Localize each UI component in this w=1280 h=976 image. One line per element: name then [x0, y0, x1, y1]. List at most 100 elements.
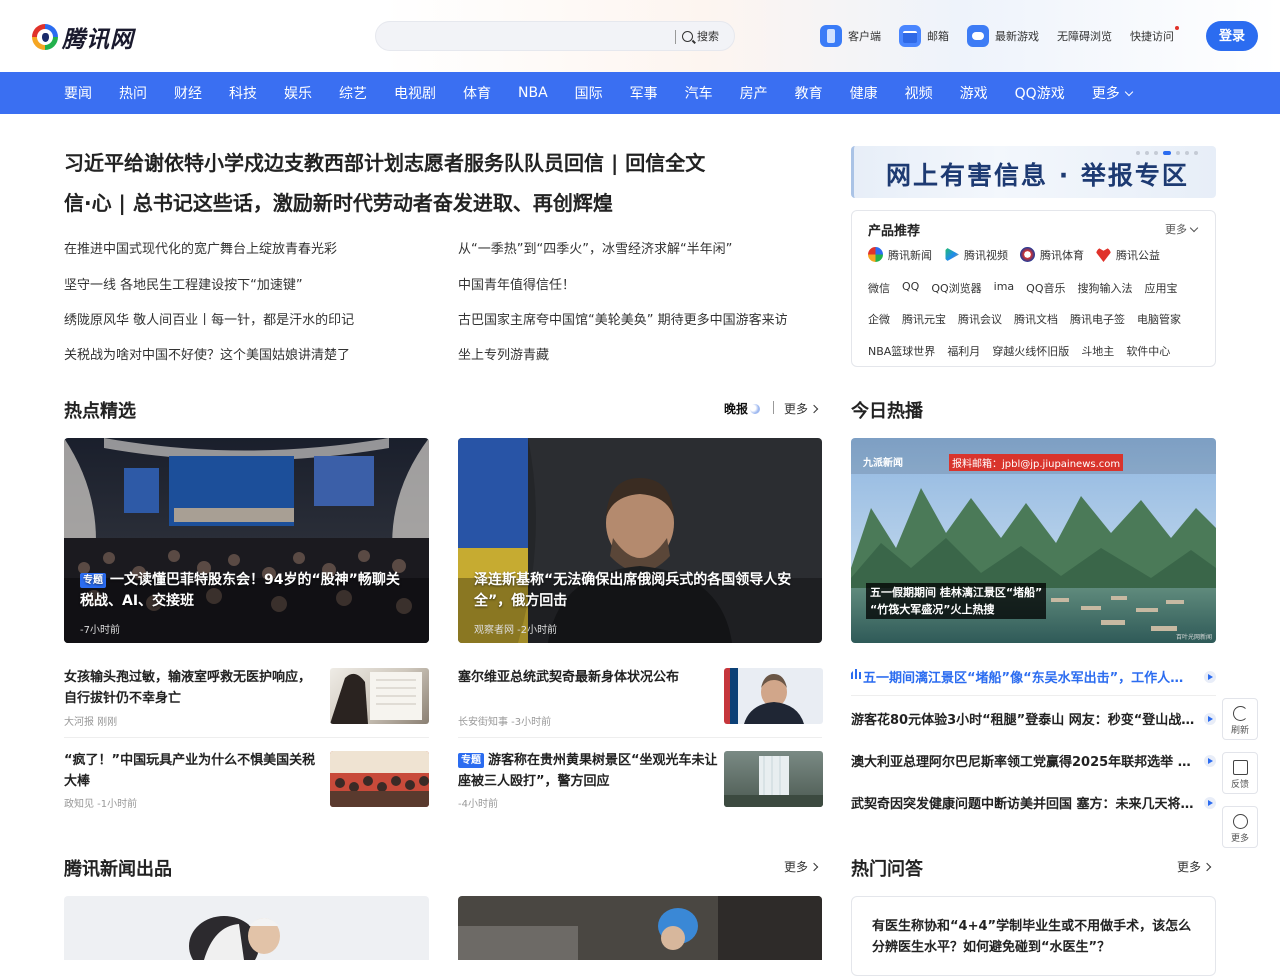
search-button[interactable]: 搜索: [682, 28, 719, 44]
product-link[interactable]: QQ浏览器: [931, 280, 981, 296]
carousel-dot[interactable]: [1154, 151, 1158, 155]
nav-item-edu[interactable]: 教育: [795, 83, 823, 103]
production-card[interactable]: [458, 896, 822, 960]
new-games-link[interactable]: 最新游戏: [967, 25, 1039, 47]
product-link[interactable]: 软件中心: [1126, 343, 1170, 359]
product-link[interactable]: 腾讯文档: [1014, 311, 1058, 327]
hot-video-item-active[interactable]: 五一期间漓江景区“堵船”像“东吴水军出击”，工作人员：正常现象: [851, 667, 1216, 686]
accessibility-link[interactable]: 无障碍浏览: [1057, 28, 1112, 44]
carousel-dot[interactable]: [1176, 151, 1180, 155]
product-link[interactable]: 福利月: [947, 343, 980, 359]
carousel-dot[interactable]: [1136, 151, 1140, 155]
hot-video-item[interactable]: 游客花80元体验3小时“租腿”登泰山 网友：秒变“登山战神”: [851, 709, 1216, 728]
headline-1[interactable]: 习近平给谢依特小学戍边支教西部计划志愿者服务队队员回信 | 回信全文: [64, 147, 705, 176]
news-link[interactable]: 绣陇原风华 敬人间百业丨每一针，都是汗水的印记: [64, 309, 354, 328]
news-item-title[interactable]: 专题 游客称在贵州黄果树景区“坐观光车未让座被三人殴打”，警方回应: [458, 750, 718, 792]
feature-card-buffett[interactable]: 专题 一文读懂巴菲特股东会！94岁的“股神”畅聊关税战、AI、交接班 -7小时前: [64, 438, 429, 643]
news-item-thumbnail[interactable]: [724, 751, 823, 807]
nav-item-auto[interactable]: 汽车: [685, 83, 713, 103]
feedback-button[interactable]: 反馈: [1222, 752, 1258, 794]
product-more-link[interactable]: 更多: [1165, 221, 1199, 237]
product-link[interactable]: 腾讯会议: [958, 311, 1002, 327]
carousel-dot[interactable]: [1194, 151, 1198, 155]
product-link[interactable]: 腾讯电子签: [1070, 311, 1125, 327]
news-link[interactable]: 从“一季热”到“四季火”，冰雪经济求解“半年闲”: [458, 238, 732, 257]
nav-item-rewen[interactable]: 热问: [119, 83, 147, 103]
more-tools-button[interactable]: 更多: [1222, 806, 1258, 848]
product-link[interactable]: NBA篮球世界: [868, 343, 935, 359]
news-item-thumbnail[interactable]: [724, 668, 823, 724]
nav-item-tech[interactable]: 科技: [229, 83, 257, 103]
nav-item-military[interactable]: 军事: [630, 83, 658, 103]
hot-video-item[interactable]: 澳大利亚总理阿尔巴尼斯率领工党赢得2025年联邦选举 实现连任: [851, 751, 1216, 770]
nav-item-nba[interactable]: NBA: [518, 85, 548, 101]
qa-more-link[interactable]: 更多: [1177, 858, 1212, 875]
carousel-dot-active[interactable]: [1163, 151, 1171, 155]
nav-item-sports[interactable]: 体育: [463, 83, 491, 103]
product-link[interactable]: 腾讯元宝: [902, 311, 946, 327]
nav-item-more[interactable]: 更多: [1092, 83, 1133, 103]
product-tencent-video[interactable]: 腾讯视频: [944, 247, 1008, 263]
news-item-title[interactable]: 女孩输头孢过敏，输液室呼救无医护响应，自行拔针仍不幸身亡: [64, 667, 319, 709]
news-item-thumbnail[interactable]: [330, 668, 429, 724]
nav-item-video[interactable]: 视频: [905, 83, 933, 103]
nav-item-qqgames[interactable]: QQ游戏: [1015, 83, 1065, 103]
product-link[interactable]: 穿越火线怀旧版: [992, 343, 1069, 359]
product-label: 腾讯视频: [964, 249, 1008, 262]
qa-card[interactable]: 有医生称协和“4+4”学制毕业生或不用做手术，该怎么分辨医生水平？如何避免碰到“…: [851, 896, 1216, 976]
tencent-news-more-link[interactable]: 更多: [784, 858, 819, 875]
news-link[interactable]: 古巴国家主席夸中国馆“美轮美奂” 期待更多中国游客来访: [458, 309, 788, 328]
product-link[interactable]: 微信: [868, 280, 890, 296]
news-link[interactable]: 坚守一线 各地民生工程建设按下“加速键”: [64, 274, 303, 293]
product-link[interactable]: 企微: [868, 311, 890, 327]
nav-item-yaowen[interactable]: 要闻: [64, 83, 92, 103]
news-item-title[interactable]: 塞尔维亚总统武契奇最新身体状况公布: [458, 667, 713, 688]
nav-item-tv[interactable]: 电视剧: [394, 83, 436, 103]
hot-video-item[interactable]: 武契奇因突发健康问题中断访美并回国 塞方：未来几天将接受治疗: [851, 793, 1216, 812]
video-caption: 五一假期期间 桂林漓江景区“堵船” “竹筏大军盛况”火上热搜: [866, 583, 1047, 619]
product-link[interactable]: QQ音乐: [1026, 280, 1065, 296]
news-link[interactable]: 在推进中国式现代化的宽广舞台上绽放青春光彩: [64, 238, 337, 257]
search-input[interactable]: [390, 27, 670, 45]
product-link[interactable]: 斗地主: [1081, 343, 1114, 359]
nav-item-health[interactable]: 健康: [850, 83, 878, 103]
news-link[interactable]: 坐上专列游青藏: [458, 344, 549, 363]
news-link[interactable]: 中国青年值得信任！: [458, 274, 575, 293]
carousel-dot[interactable]: [1145, 151, 1149, 155]
refresh-button[interactable]: 刷新: [1222, 698, 1258, 740]
login-button[interactable]: 登录: [1206, 21, 1258, 51]
topic-tag: 专题: [80, 573, 106, 588]
client-link[interactable]: 客户端: [820, 25, 881, 47]
notification-dot: [1175, 26, 1179, 30]
product-link[interactable]: ima: [994, 280, 1015, 296]
nav-item-world[interactable]: 国际: [575, 83, 603, 103]
product-tencent-sports[interactable]: 腾讯体育: [1020, 247, 1084, 263]
product-link[interactable]: 搜狗输入法: [1078, 280, 1133, 296]
product-link[interactable]: 应用宝: [1145, 280, 1178, 296]
carousel-dot[interactable]: [1185, 151, 1189, 155]
news-item-title[interactable]: “疯了！”中国玩具产业为什么不惧美国关税大棒: [64, 750, 319, 792]
section-title-tencent-news: 腾讯新闻出品: [64, 859, 172, 880]
product-link[interactable]: QQ: [902, 280, 919, 296]
evening-report-link[interactable]: 晚报: [724, 400, 761, 417]
headline-2[interactable]: 信·心 | 总书记这些话，激励新时代劳动者奋发进取、再创辉煌: [64, 187, 613, 216]
product-link[interactable]: 电脑管家: [1137, 311, 1181, 327]
mail-link[interactable]: 邮箱: [899, 25, 949, 47]
site-logo[interactable]: 腾讯网: [32, 20, 134, 54]
feature-card-title: 泽连斯基称“无法确保出席俄阅兵式的各国领导人安全”，俄方回击: [474, 572, 792, 609]
quick-access-link[interactable]: 快捷访问: [1130, 26, 1179, 44]
nav-item-variety[interactable]: 综艺: [339, 83, 367, 103]
nav-item-ent[interactable]: 娱乐: [284, 83, 312, 103]
document-photo: [330, 672, 422, 724]
hot-video-player[interactable]: 九派新闻 报料邮箱：jpbl@jp.jiupainews.com 五一假期期间 …: [851, 438, 1216, 643]
feature-card-zelensky[interactable]: 泽连斯基称“无法确保出席俄阅兵式的各国领导人安全”，俄方回击 观察者网 -2小时…: [458, 438, 822, 643]
hot-picks-more-link[interactable]: 更多: [784, 400, 819, 417]
news-item-thumbnail[interactable]: [330, 751, 429, 807]
news-link[interactable]: 关税战为啥对中国不好使？这个美国姑娘讲清楚了: [64, 344, 350, 363]
nav-item-house[interactable]: 房产: [740, 83, 768, 103]
nav-item-games[interactable]: 游戏: [960, 83, 988, 103]
production-card[interactable]: [64, 896, 429, 960]
nav-item-finance[interactable]: 财经: [174, 83, 202, 103]
product-tencent-charity[interactable]: 腾讯公益: [1096, 247, 1160, 263]
product-tencent-news[interactable]: 腾讯新闻: [868, 247, 932, 263]
